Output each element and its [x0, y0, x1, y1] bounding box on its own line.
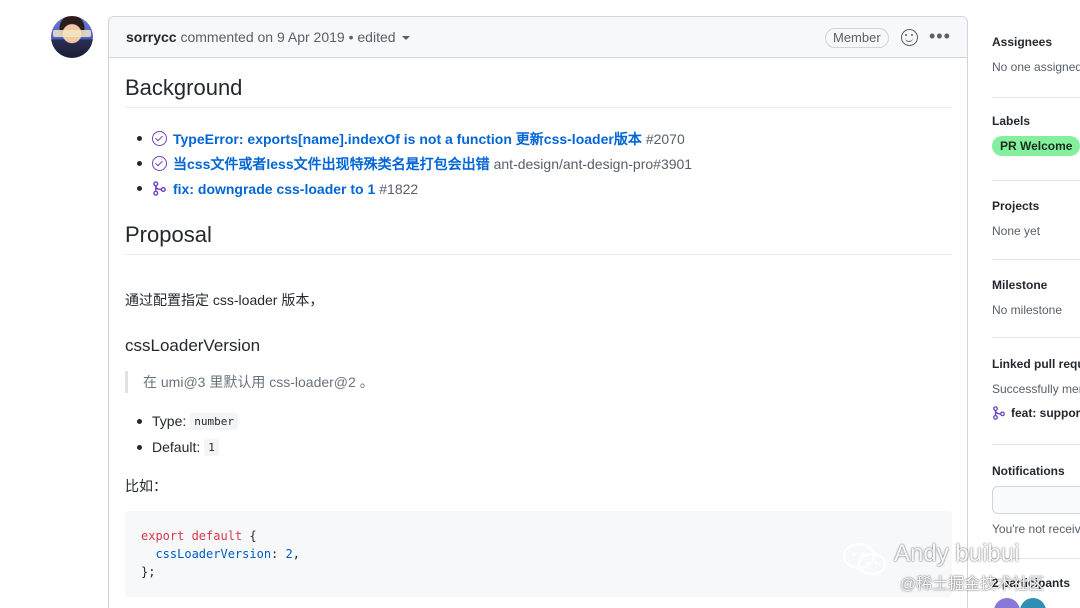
- label-pr-welcome[interactable]: PR Welcome: [992, 136, 1080, 156]
- git-merge-icon: [993, 406, 1005, 420]
- linked-prs-value: Successfully merging: [992, 382, 1080, 396]
- labels-section: Labels PR Welcome: [992, 114, 1080, 156]
- chevron-down-icon[interactable]: [401, 36, 410, 41]
- issue-number[interactable]: ant-design/ant-design-pro#3901: [494, 156, 692, 172]
- code-text: {: [242, 529, 257, 543]
- property-list: Type: number Default: 1: [137, 408, 238, 460]
- bullet: [137, 418, 142, 424]
- issue-sidebar: Assignees No one assigned Labels PR Welc…: [992, 0, 1080, 608]
- list-item: 当css文件或者less文件出现特殊类名是打包会出错 ant-design/an…: [137, 151, 692, 176]
- proposal-heading: Proposal: [125, 222, 952, 255]
- avatar-banner: [53, 30, 91, 37]
- labels-heading[interactable]: Labels: [992, 114, 1080, 128]
- pr-link[interactable]: fix: downgrade css-loader to 1: [173, 181, 375, 197]
- list-item: TypeError: exports[name].indexOf is not …: [137, 126, 692, 151]
- milestone-value: No milestone: [992, 303, 1063, 317]
- reference-list: TypeError: exports[name].indexOf is not …: [137, 126, 692, 201]
- kebab-icon[interactable]: •••: [929, 27, 951, 45]
- comment-card: sorrycc commented on 9 Apr 2019 • edited…: [108, 16, 968, 608]
- comment-meta: sorrycc commented on 9 Apr 2019 • edited: [126, 29, 410, 45]
- blockquote: 在 umi@3 里默认用 css-loader@2 。: [125, 371, 374, 393]
- code-keyword: export default: [141, 529, 243, 543]
- milestone-section: Milestone No milestone: [992, 278, 1080, 317]
- option-heading: cssLoaderVersion: [125, 336, 261, 355]
- projects-value: None yet: [992, 224, 1041, 238]
- author-avatar[interactable]: [51, 16, 93, 58]
- code-text: :: [271, 547, 286, 561]
- comment-header: sorrycc commented on 9 Apr 2019 • edited…: [109, 17, 967, 58]
- assignees-section: Assignees No one assigned: [992, 35, 1080, 74]
- divider: [992, 97, 1080, 98]
- projects-section: Projects None yet: [992, 199, 1080, 238]
- notifications-value: You're not receiving: [992, 522, 1080, 536]
- milestone-heading[interactable]: Milestone: [992, 278, 1080, 292]
- avatar[interactable]: [1020, 598, 1046, 608]
- bullet: [137, 161, 142, 166]
- issue-link[interactable]: 当css文件或者less文件出现特殊类名是打包会出错: [173, 154, 490, 174]
- comment-timestamp[interactable]: commented on 9 Apr 2019 • edited: [180, 29, 395, 45]
- bullet: [137, 444, 142, 450]
- code-text: ,: [292, 547, 300, 561]
- linked-pr-title[interactable]: feat: support: [1011, 406, 1080, 420]
- type-label: Type:: [152, 413, 187, 429]
- list-item: Type: number: [137, 408, 238, 434]
- smiley-icon[interactable]: [901, 29, 918, 46]
- wechat-icon: [842, 542, 887, 576]
- projects-heading[interactable]: Projects: [992, 199, 1080, 213]
- assignees-value: No one assigned: [992, 60, 1080, 74]
- issue-closed-icon: [152, 156, 167, 171]
- divider: [992, 180, 1080, 181]
- divider: [992, 259, 1080, 260]
- divider: [992, 444, 1080, 445]
- issue-number[interactable]: #2070: [646, 131, 685, 147]
- bullet: [137, 186, 142, 191]
- notifications-section: Notifications You're not receiving: [992, 464, 1080, 536]
- git-merge-icon: [153, 181, 166, 196]
- subscribe-button[interactable]: [992, 486, 1080, 514]
- code-text: };: [141, 565, 156, 579]
- member-badge: Member: [825, 28, 889, 48]
- default-code: 1: [204, 438, 219, 456]
- author-link[interactable]: sorrycc: [126, 29, 177, 45]
- background-heading: Background: [125, 75, 952, 108]
- code-block: export default { cssLoaderVersion: 2, };: [125, 511, 952, 597]
- linked-prs-section: Linked pull requests Successfully mergin…: [992, 357, 1080, 420]
- default-label: Default:: [152, 439, 201, 455]
- watermark-subtitle: @稀土掘金技术社区: [900, 576, 1045, 593]
- list-item: Default: 1: [137, 434, 238, 460]
- divider: [992, 337, 1080, 338]
- type-code: number: [190, 412, 238, 430]
- bullet: [137, 136, 142, 141]
- pr-number[interactable]: #1822: [379, 181, 418, 197]
- intro-text: 通过配置指定 css-loader 版本，: [125, 292, 324, 308]
- linked-prs-heading: Linked pull requests: [992, 357, 1080, 371]
- example-label: 比如：: [125, 478, 167, 494]
- issue-link[interactable]: TypeError: exports[name].indexOf is not …: [173, 129, 642, 149]
- issue-closed-icon: [152, 131, 167, 146]
- code-key: cssLoaderVersion: [141, 547, 272, 561]
- avatar[interactable]: [994, 598, 1020, 608]
- code-number: 2: [285, 547, 293, 561]
- notifications-heading: Notifications: [992, 464, 1065, 478]
- list-item: fix: downgrade css-loader to 1 #1822: [137, 176, 692, 201]
- assignees-heading[interactable]: Assignees: [992, 35, 1080, 49]
- linked-pr-item[interactable]: feat: support: [992, 406, 1080, 420]
- watermark-title: Andy buibui: [894, 540, 1020, 567]
